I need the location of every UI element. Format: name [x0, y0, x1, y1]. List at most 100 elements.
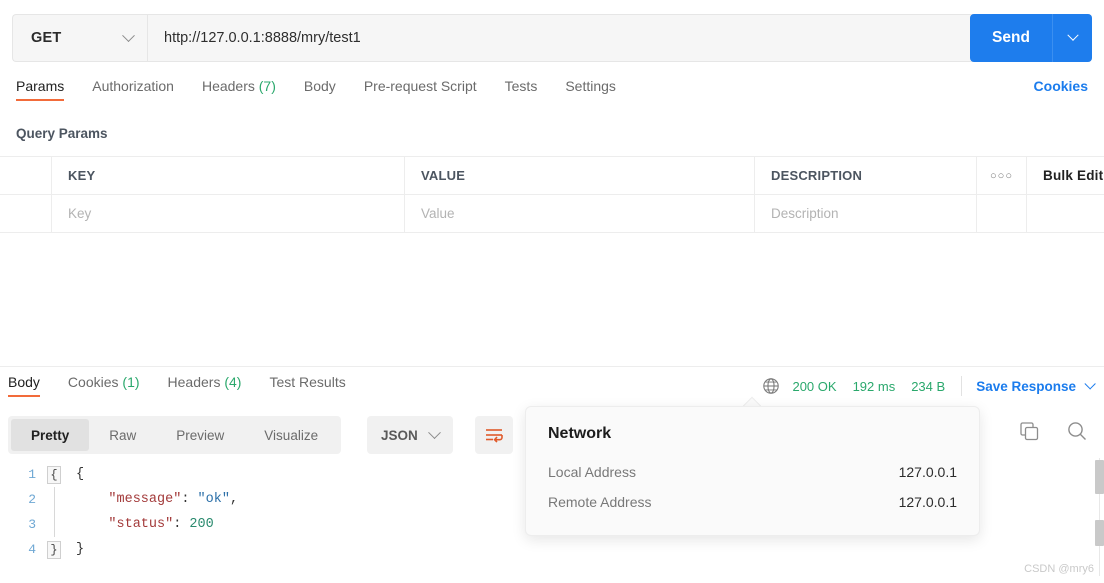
- row-label: Local Address: [548, 464, 636, 480]
- url-bar: GET http://127.0.0.1:8888/mry/test1 Send: [0, 0, 1104, 70]
- chevron-down-icon: [427, 425, 441, 439]
- view-mode-preview[interactable]: Preview: [156, 419, 244, 451]
- tab-headers[interactable]: Headers (7): [202, 76, 290, 101]
- tab-response-cookies[interactable]: Cookies (1): [68, 372, 154, 397]
- tab-settings[interactable]: Settings: [565, 76, 630, 101]
- code-line: 4 } }: [0, 537, 1104, 562]
- response-format-label: JSON: [381, 427, 418, 443]
- cookies-link[interactable]: Cookies: [1034, 78, 1088, 94]
- code-text: "status": 200: [108, 517, 214, 532]
- view-mode-raw[interactable]: Raw: [89, 419, 156, 451]
- row-value: 127.0.0.1: [898, 464, 957, 480]
- tab-body[interactable]: Body: [304, 76, 350, 101]
- tab-tests[interactable]: Tests: [505, 76, 552, 101]
- row-value: 127.0.0.1: [898, 494, 957, 510]
- fold-open-icon: {: [47, 465, 61, 484]
- more-options-icon: ○○○: [990, 169, 1013, 182]
- fold-close-icon: }: [47, 540, 61, 559]
- description-input[interactable]: Description: [755, 195, 977, 232]
- indent-guide: [53, 512, 55, 537]
- tab-label: Tests: [504, 78, 538, 94]
- view-mode-pretty[interactable]: Pretty: [11, 419, 90, 451]
- query-params-title: Query Params: [16, 126, 108, 141]
- bulk-edit-button[interactable]: Bulk Edit: [1027, 157, 1104, 194]
- row-label: Remote Address: [548, 494, 652, 510]
- tab-test-results[interactable]: Test Results: [269, 372, 359, 397]
- response-action-icons: [1019, 420, 1088, 442]
- wrap-text-icon: [486, 429, 503, 443]
- watermark: CSDN @mry6: [1024, 563, 1094, 575]
- tab-label: Body: [303, 78, 336, 94]
- request-tabs: Params Authorization Headers (7) Body Pr…: [0, 76, 1104, 116]
- line-number: 2: [28, 492, 36, 507]
- tab-label: Authorization: [92, 78, 174, 94]
- tab-count: (1): [122, 374, 140, 390]
- network-row-local-address: Local Address 127.0.0.1: [548, 457, 957, 487]
- row-trailing-cell: [1027, 195, 1104, 232]
- tab-authorization[interactable]: Authorization: [92, 76, 188, 101]
- pane-divider[interactable]: [0, 366, 1104, 367]
- network-row-remote-address: Remote Address 127.0.0.1: [548, 487, 957, 517]
- save-response-button[interactable]: Save Response: [976, 379, 1076, 394]
- tab-count: (7): [258, 78, 276, 94]
- copy-icon[interactable]: [1019, 421, 1040, 442]
- tab-label: Headers: [201, 78, 255, 94]
- response-time: 192 ms: [852, 378, 896, 394]
- row-checkbox-cell[interactable]: [0, 195, 52, 232]
- globe-icon[interactable]: [762, 377, 780, 395]
- url-input[interactable]: http://127.0.0.1:8888/mry/test1: [147, 14, 1092, 62]
- bulk-edit-label: Bulk Edit: [1043, 168, 1104, 183]
- tab-label: Pre-request Script: [363, 78, 477, 94]
- query-params-table: KEY VALUE DESCRIPTION ○○○ Bulk Edit Key …: [0, 156, 1104, 233]
- request-tab-row: Params Authorization Headers (7) Body Pr…: [0, 76, 1104, 116]
- network-popover-title: Network: [548, 425, 612, 442]
- view-mode-visualize[interactable]: Visualize: [244, 419, 338, 451]
- scrollbar-thumb[interactable]: [1095, 460, 1104, 494]
- tab-label: Params: [16, 78, 64, 101]
- divider-line: [961, 376, 963, 396]
- tab-params[interactable]: Params: [16, 76, 78, 101]
- scrollbar-thumb-secondary[interactable]: [1095, 520, 1104, 546]
- column-header-value: VALUE: [405, 157, 755, 194]
- tab-label: Settings: [565, 78, 616, 94]
- line-number: 1: [28, 467, 36, 482]
- network-popover: Network Local Address 127.0.0.1 Remote A…: [525, 406, 980, 536]
- tab-label: Cookies: [67, 374, 119, 390]
- fold-marker[interactable]: {: [46, 465, 62, 484]
- table-row: Key Value Description: [0, 195, 1104, 233]
- tab-label: Test Results: [269, 374, 346, 390]
- view-mode-segmented-control: Pretty Raw Preview Visualize: [8, 416, 342, 454]
- tab-label: Body: [8, 374, 40, 397]
- key-input[interactable]: Key: [52, 195, 405, 232]
- line-number: 3: [28, 517, 36, 532]
- tab-pre-request-script[interactable]: Pre-request Script: [364, 76, 491, 101]
- tab-label: Headers: [167, 374, 221, 390]
- http-method-selector[interactable]: GET: [12, 14, 147, 62]
- row-options-cell: [977, 195, 1027, 232]
- send-options-button[interactable]: [1052, 14, 1092, 62]
- table-options-button[interactable]: ○○○: [977, 157, 1027, 194]
- line-number: 4: [28, 542, 36, 557]
- code-text: "message": "ok",: [108, 492, 239, 507]
- send-button[interactable]: Send: [970, 14, 1052, 62]
- response-status-bar: 200 OK 192 ms 234 B Save Response: [762, 376, 1096, 396]
- response-format-selector[interactable]: JSON: [367, 416, 453, 454]
- url-input-group: GET http://127.0.0.1:8888/mry/test1: [12, 14, 1092, 62]
- column-header-description: DESCRIPTION: [755, 157, 977, 194]
- http-method-label: GET: [31, 30, 62, 46]
- search-icon[interactable]: [1066, 420, 1088, 442]
- value-input[interactable]: Value: [405, 195, 755, 232]
- table-header-row: KEY VALUE DESCRIPTION ○○○ Bulk Edit: [0, 157, 1104, 195]
- fold-guide: [46, 512, 62, 537]
- tab-response-headers[interactable]: Headers (4): [168, 372, 256, 397]
- code-text: }: [76, 542, 85, 557]
- tab-response-body[interactable]: Body: [8, 372, 54, 397]
- send-button-group: Send: [970, 14, 1092, 62]
- response-size: 234 B: [911, 378, 946, 394]
- status-code: 200 OK: [792, 378, 837, 394]
- code-text: {: [76, 467, 85, 482]
- fold-marker[interactable]: }: [46, 540, 62, 559]
- postman-window: GET http://127.0.0.1:8888/mry/test1 Send…: [0, 0, 1104, 583]
- wrap-text-button[interactable]: [475, 416, 513, 454]
- column-header-key: KEY: [52, 157, 405, 194]
